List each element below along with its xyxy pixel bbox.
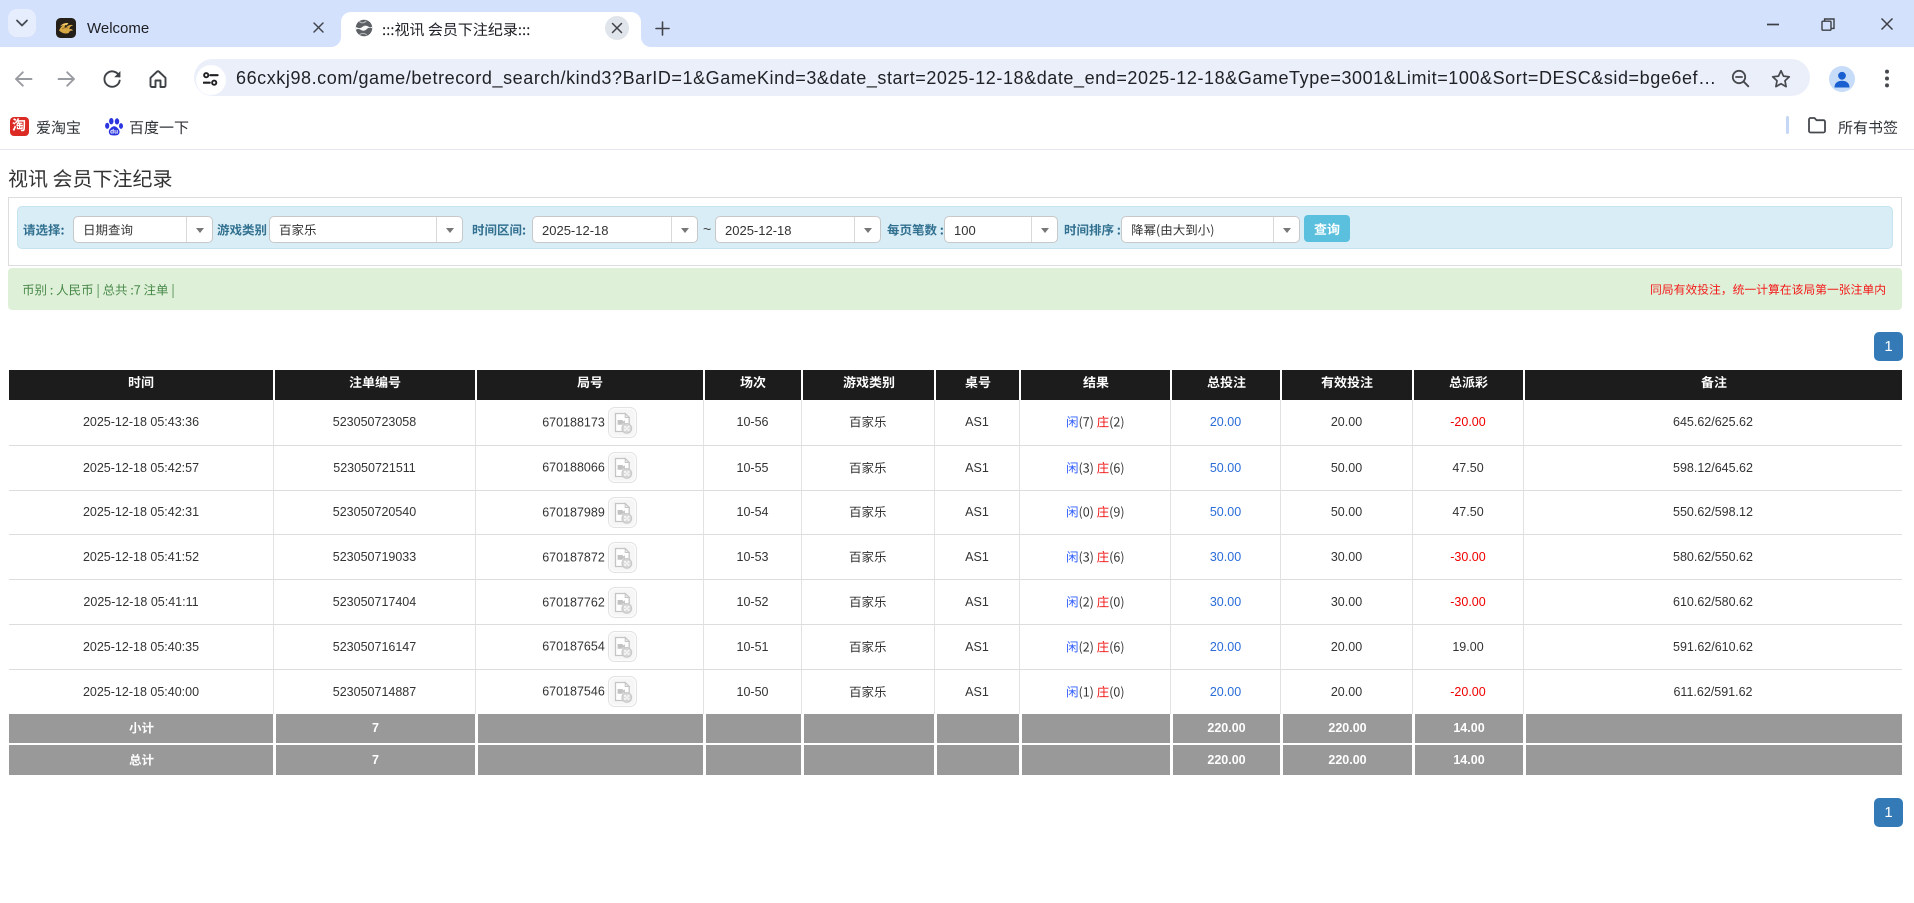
svg-text:du: du — [110, 128, 118, 135]
